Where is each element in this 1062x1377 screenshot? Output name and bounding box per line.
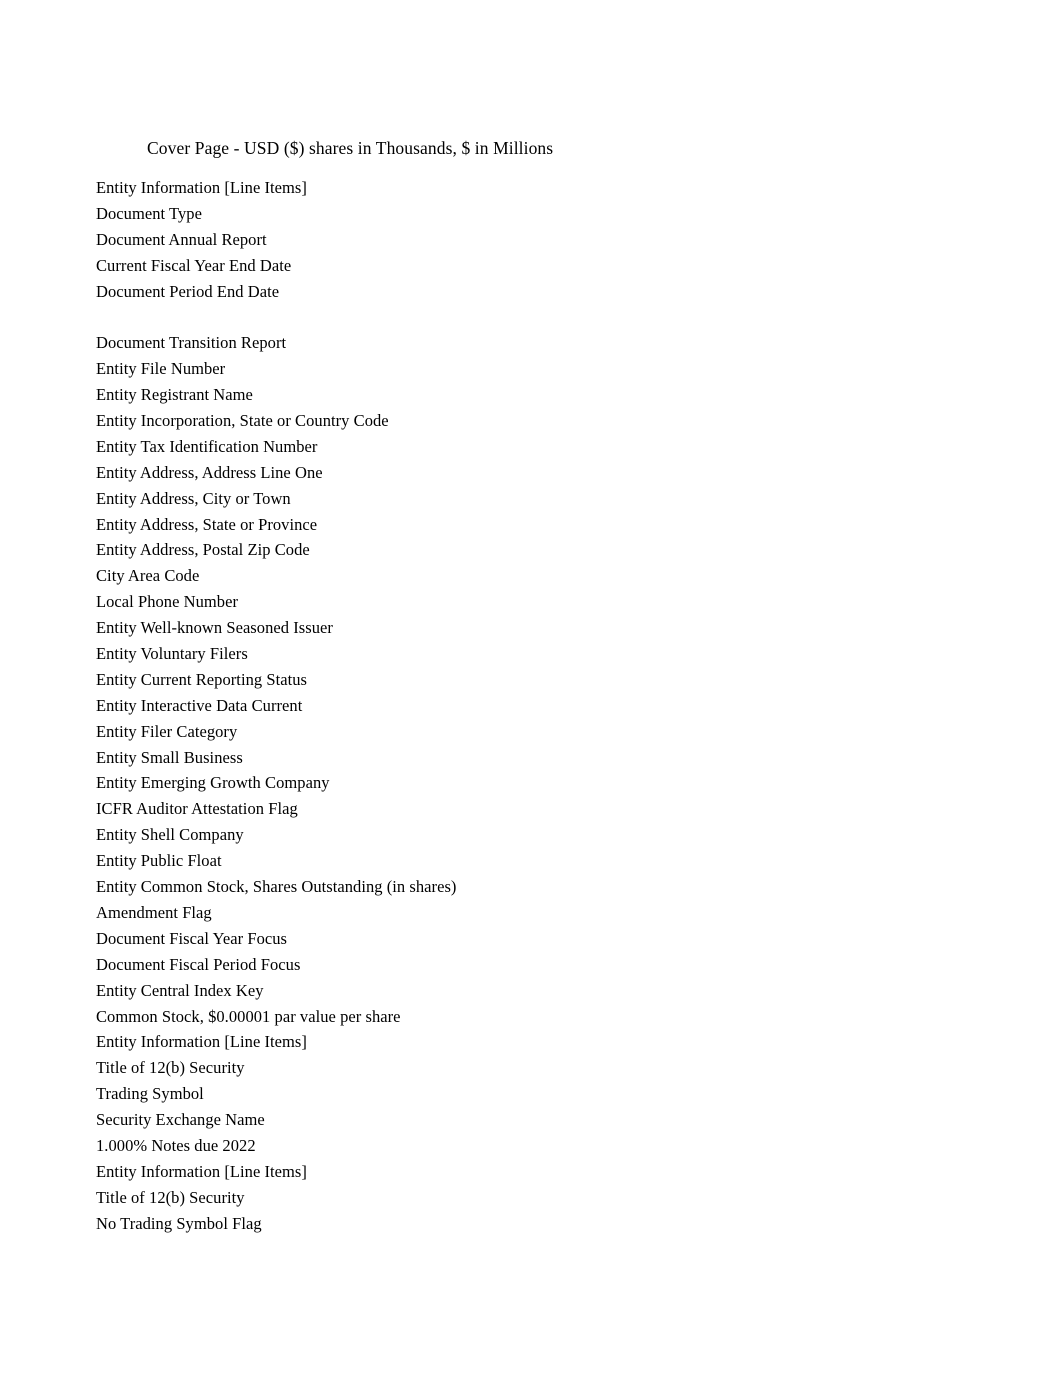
line-item-label: Entity Public Float <box>96 851 222 871</box>
document-page: Cover Page - USD ($) shares in Thousands… <box>0 0 1062 1377</box>
line-item-label: Document Period End Date <box>96 281 280 301</box>
page-title: Cover Page - USD ($) shares in Thousands… <box>147 138 554 158</box>
line-item-label: Local Phone Number <box>96 592 239 612</box>
line-item-label: Security Exchange Name <box>96 1110 265 1130</box>
line-item-label: ICFR Auditor Attestation Flag <box>96 799 298 819</box>
line-item-label: Entity Common Stock, Shares Outstanding … <box>96 877 457 897</box>
line-items-list: Entity Information [Line Items] Document … <box>96 175 896 1237</box>
line-item-label: Entity Address, Address Line One <box>96 462 323 482</box>
line-item-label: Entity Filer Category <box>96 721 238 741</box>
line-item-label: Title of 12(b) Security <box>96 1187 245 1207</box>
line-item-label: Entity Tax Identification Number <box>96 436 318 456</box>
line-item-label: Document Type <box>96 203 202 223</box>
line-item-label: City Area Code <box>96 566 200 586</box>
line-item-label: Document Transition Report <box>96 333 287 353</box>
line-item-label: Entity Registrant Name <box>96 385 253 405</box>
line-item-label: Document Fiscal Period Focus <box>96 954 301 974</box>
line-item-label: Entity Voluntary Filers <box>96 644 248 664</box>
line-item-label: Amendment Flag <box>96 902 212 922</box>
line-item-label: Trading Symbol <box>96 1084 204 1104</box>
line-item-label: Entity Information [Line Items] <box>96 1032 307 1052</box>
line-item-label: Document Annual Report <box>96 229 267 249</box>
line-item-label: Entity Central Index Key <box>96 980 264 1000</box>
line-item-label: Entity Interactive Data Current <box>96 695 303 715</box>
line-item-label: Entity Shell Company <box>96 825 244 845</box>
line-item-label: Common Stock, $0.00001 par value per sha… <box>96 1006 401 1026</box>
line-item-label: Entity Small Business <box>96 747 243 767</box>
line-item-label: Entity Address, State or Province <box>96 514 318 534</box>
line-item-label: 1.000% Notes due 2022 <box>96 1135 256 1155</box>
line-item-label: Entity Address, City or Town <box>96 488 291 508</box>
line-item-label: Entity Emerging Growth Company <box>96 773 330 793</box>
line-item-label: Entity Address, Postal Zip Code <box>96 540 310 560</box>
line-item-label: Current Fiscal Year End Date <box>96 255 292 275</box>
line-item-label: No Trading Symbol Flag <box>96 1213 262 1233</box>
line-item-label: Entity Incorporation, State or Country C… <box>96 411 389 431</box>
line-item-label: Entity Information [Line Items] <box>96 1161 307 1181</box>
line-item-label: Entity Well-known Seasoned Issuer <box>96 618 333 638</box>
line-item-label: Document Fiscal Year Focus <box>96 928 288 948</box>
line-item-label: Entity Current Reporting Status <box>96 669 307 689</box>
line-item-label: Entity Information [Line Items] <box>96 178 307 197</box>
line-item-label: Entity File Number <box>96 359 226 379</box>
line-item-label: Title of 12(b) Security <box>96 1058 245 1078</box>
